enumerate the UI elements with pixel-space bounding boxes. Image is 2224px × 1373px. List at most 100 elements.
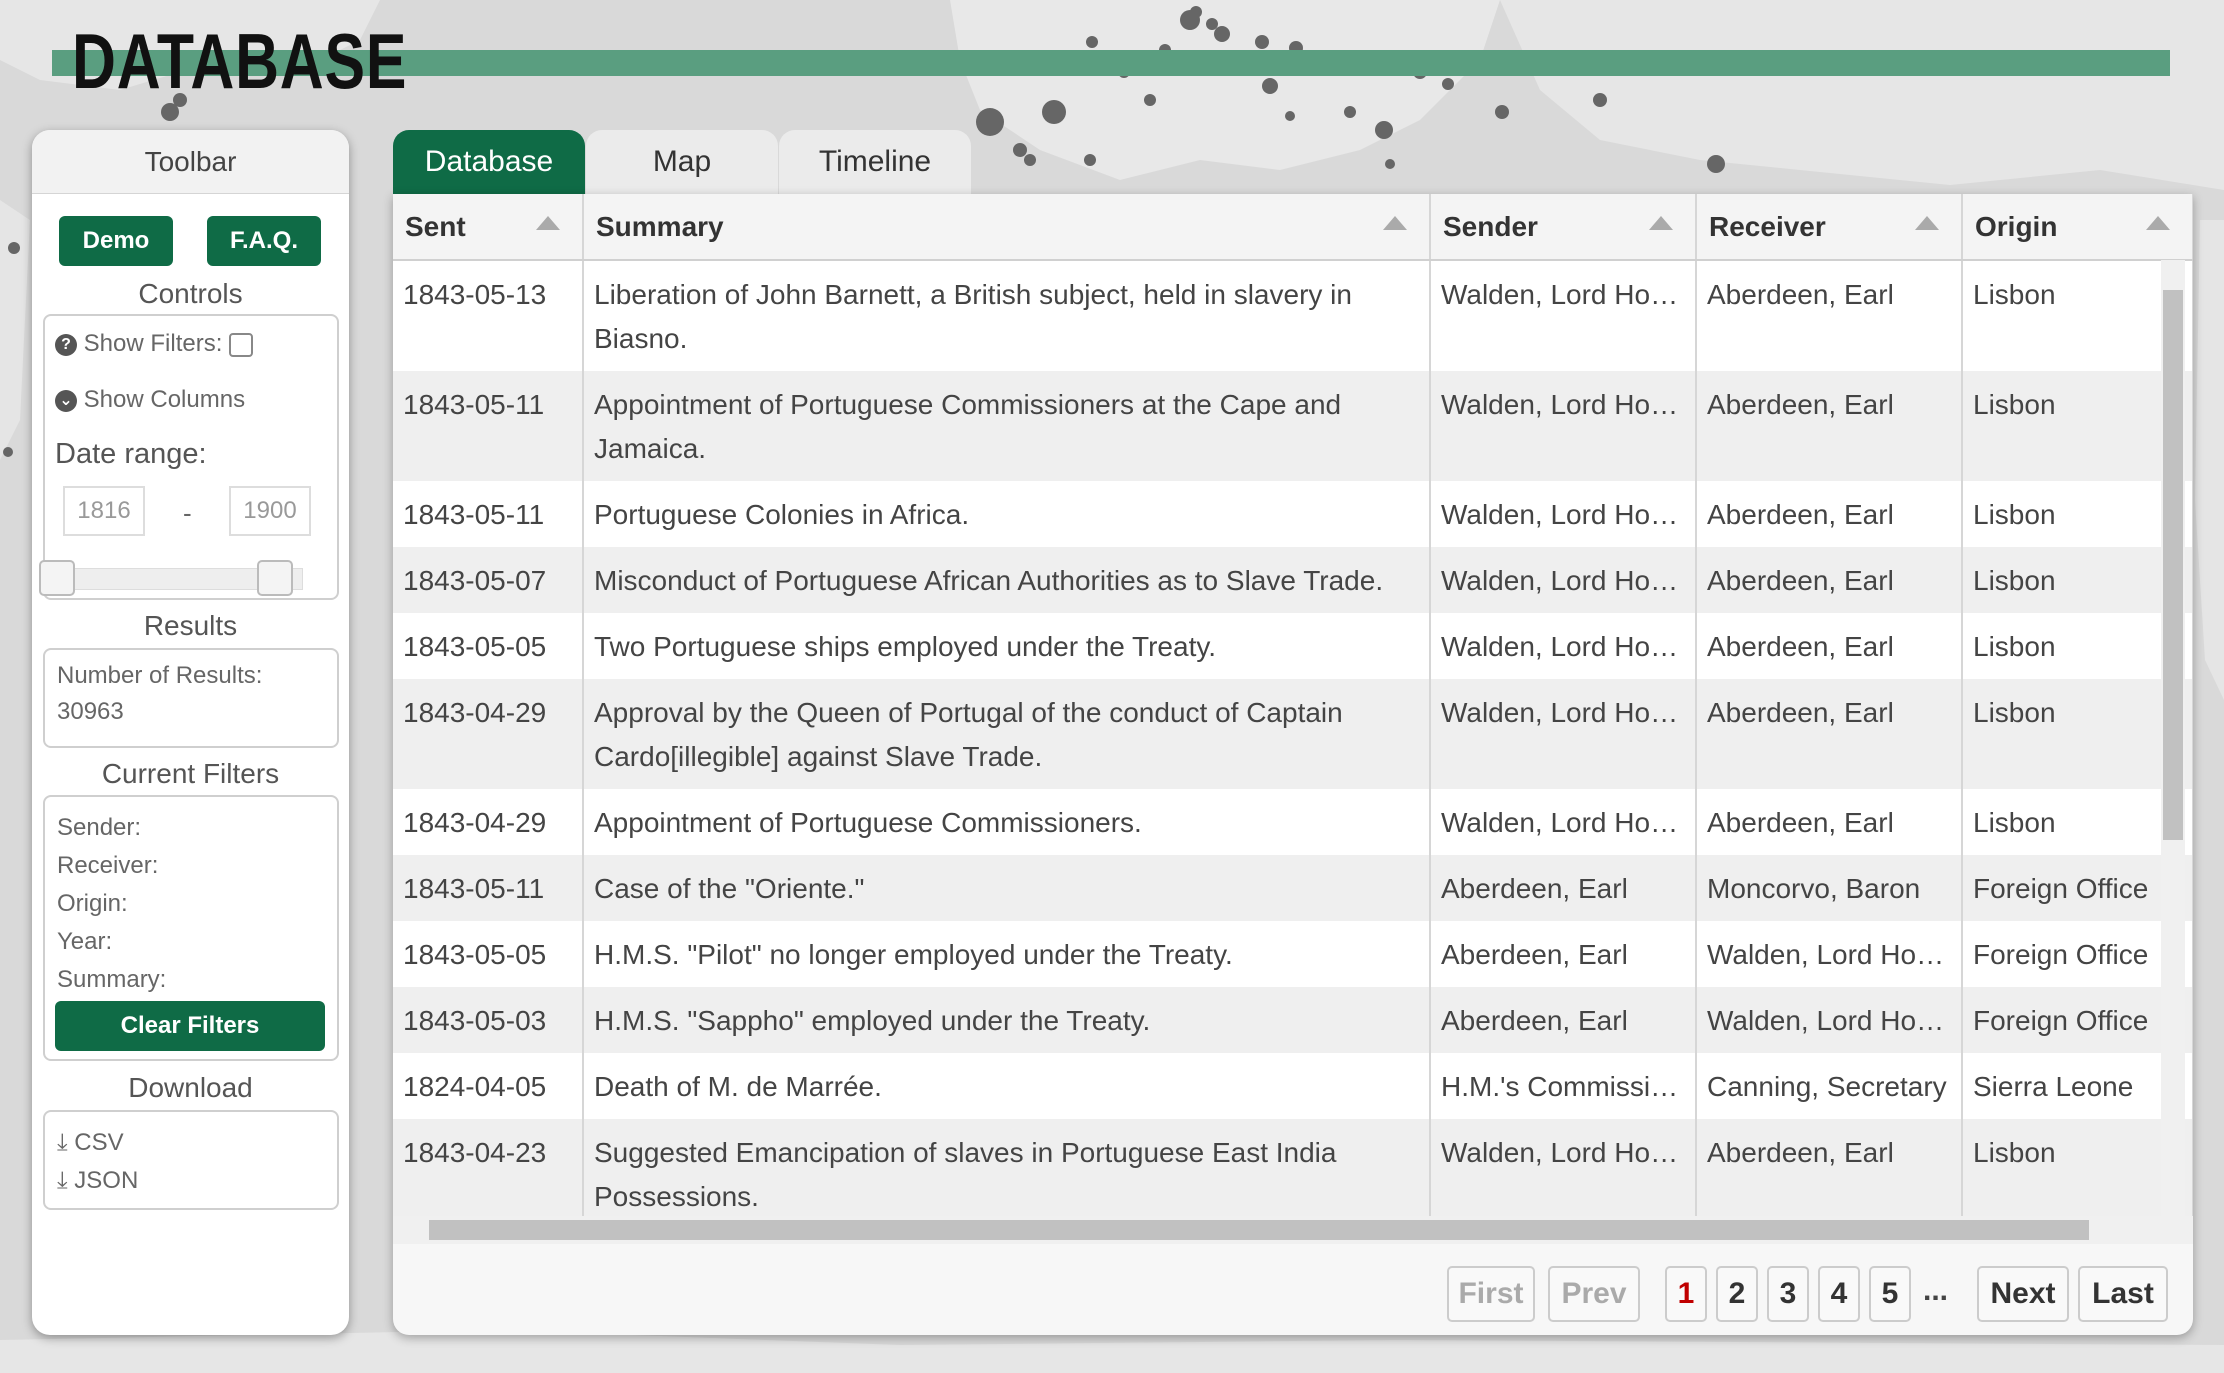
date-range-label: Date range: <box>55 438 207 470</box>
slider-handle-end[interactable] <box>257 560 293 596</box>
sort-icon <box>1383 216 1407 230</box>
date-from-input[interactable]: 1816 <box>63 486 145 536</box>
cell-summary: Two Portuguese ships employed under the … <box>583 613 1431 679</box>
cell-summary: Appointment of Portuguese Commissioners. <box>583 789 1431 855</box>
table-row[interactable]: 1843-04-29 Appointment of Portuguese Com… <box>393 789 2193 855</box>
show-filters-label: Show Filters: <box>83 330 223 357</box>
download-icon: ⤓ <box>57 1167 68 1194</box>
date-to-input[interactable]: 1900 <box>229 486 311 536</box>
show-columns-label: Show Columns <box>83 386 246 413</box>
page-button-2[interactable]: 2 <box>1716 1266 1758 1322</box>
table-row[interactable]: 1843-04-23 Suggested Emancipation of sla… <box>393 1119 2193 1216</box>
vertical-scrollbar-thumb[interactable] <box>2163 290 2183 840</box>
cell-origin: Lisbon <box>1962 260 2193 371</box>
download-csv-link[interactable]: ⤓ CSV <box>57 1124 325 1162</box>
show-columns-toggle[interactable]: ⌄ Show Columns <box>55 386 245 414</box>
download-box: ⤓ CSV ⤓ JSON <box>43 1110 339 1210</box>
cell-summary: Misconduct of Portuguese African Authori… <box>583 547 1431 613</box>
last-page-button[interactable]: Last <box>2078 1266 2168 1322</box>
table-row[interactable]: 1843-05-07 Misconduct of Portuguese Afri… <box>393 547 2193 613</box>
table-header-row: Sent Summary Sender Receiver Origin <box>393 194 2193 261</box>
sort-icon <box>1649 216 1673 230</box>
cell-sender: Walden, Lord Howard de <box>1430 547 1697 613</box>
show-filters-checkbox[interactable] <box>229 332 254 357</box>
slider-handle-start[interactable] <box>39 560 75 596</box>
table-row[interactable]: 1843-05-11 Portuguese Colonies in Africa… <box>393 481 2193 547</box>
cell-sent: 1843-04-29 <box>393 789 584 855</box>
toolbar-panel: Toolbar Demo F.A.Q. Controls ? Show Filt… <box>32 130 349 1335</box>
cell-summary: Portuguese Colonies in Africa. <box>583 481 1431 547</box>
tab-map[interactable]: Map <box>586 130 778 194</box>
column-header-origin[interactable]: Origin <box>1962 194 2193 261</box>
table-row[interactable]: 1843-05-05 H.M.S. "Pilot" no longer empl… <box>393 921 2193 987</box>
results-label: Number of Results: <box>57 662 263 689</box>
horizontal-scrollbar-thumb[interactable] <box>429 1220 2089 1240</box>
horizontal-scrollbar[interactable] <box>393 1216 2193 1244</box>
cell-origin: Foreign Office <box>1962 855 2193 921</box>
table-row[interactable]: 1843-05-11 Case of the "Oriente." Aberde… <box>393 855 2193 921</box>
results-table-container: Sent Summary Sender Receiver Origin 1843… <box>393 194 2193 1216</box>
page-button-5[interactable]: 5 <box>1869 1266 1911 1322</box>
next-page-button[interactable]: Next <box>1977 1266 2069 1322</box>
prev-page-button[interactable]: Prev <box>1548 1266 1640 1322</box>
download-csv-label: CSV <box>74 1129 124 1156</box>
cell-summary: Appointment of Portuguese Commissioners … <box>583 371 1431 481</box>
column-header-sender[interactable]: Sender <box>1430 194 1697 261</box>
cell-summary: Case of the "Oriente." <box>583 855 1431 921</box>
vertical-scrollbar[interactable] <box>2161 260 2185 1216</box>
cell-sent: 1843-05-13 <box>393 260 584 371</box>
column-header-sent[interactable]: Sent <box>393 194 584 261</box>
page-button-3[interactable]: 3 <box>1767 1266 1809 1322</box>
download-json-label: JSON <box>74 1167 139 1194</box>
cell-receiver: Moncorvo, Baron <box>1696 855 1963 921</box>
table-row[interactable]: 1843-05-13 Liberation of John Barnett, a… <box>393 260 2193 371</box>
page-title: DATABASE <box>72 17 408 105</box>
cell-receiver: Aberdeen, Earl <box>1696 613 1963 679</box>
cell-origin: Lisbon <box>1962 481 2193 547</box>
toolbar-title: Toolbar <box>32 130 349 194</box>
tab-timeline[interactable]: Timeline <box>779 130 971 194</box>
sort-icon <box>536 216 560 230</box>
column-header-receiver[interactable]: Receiver <box>1696 194 1963 261</box>
download-title: Download <box>128 1072 253 1103</box>
column-header-summary[interactable]: Summary <box>583 194 1431 261</box>
cell-sender: Aberdeen, Earl <box>1430 921 1697 987</box>
show-filters-row[interactable]: ? Show Filters: <box>55 330 254 358</box>
cell-sent: 1843-05-11 <box>393 481 584 547</box>
cell-summary: H.M.S. "Pilot" no longer employed under … <box>583 921 1431 987</box>
cell-sent: 1824-04-05 <box>393 1053 584 1119</box>
cell-sent: 1843-05-03 <box>393 987 584 1053</box>
page-button-4[interactable]: 4 <box>1818 1266 1860 1322</box>
table-row[interactable]: 1843-05-11 Appointment of Portuguese Com… <box>393 371 2193 481</box>
cell-origin: Lisbon <box>1962 547 2193 613</box>
cell-sender: Walden, Lord Howard de <box>1430 679 1697 789</box>
table-row[interactable]: 1843-04-29 Approval by the Queen of Port… <box>393 679 2193 789</box>
cell-sender: Walden, Lord Howard de <box>1430 481 1697 547</box>
cell-summary: Approval by the Queen of Portugal of the… <box>583 679 1431 789</box>
page-button-1[interactable]: 1 <box>1665 1266 1707 1322</box>
clear-filters-button[interactable]: Clear Filters <box>55 1001 325 1051</box>
cell-summary: Liberation of John Barnett, a British su… <box>583 260 1431 371</box>
cell-origin: Lisbon <box>1962 371 2193 481</box>
cell-sender: H.M.'s Commissioners <box>1430 1053 1697 1119</box>
cell-receiver: Aberdeen, Earl <box>1696 481 1963 547</box>
cell-sender: Walden, Lord Howard de <box>1430 613 1697 679</box>
sort-icon <box>1915 216 1939 230</box>
cell-sent: 1843-04-23 <box>393 1119 584 1216</box>
download-json-link[interactable]: ⤓ JSON <box>57 1162 325 1200</box>
results-title: Results <box>143 610 238 641</box>
cell-summary: Death of M. de Marrée. <box>583 1053 1431 1119</box>
faq-button[interactable]: F.A.Q. <box>207 216 321 266</box>
table-row[interactable]: 1843-05-05 Two Portuguese ships employed… <box>393 613 2193 679</box>
cell-sent: 1843-04-29 <box>393 679 584 789</box>
chevron-down-icon: ⌄ <box>55 389 77 412</box>
first-page-button[interactable]: First <box>1447 1266 1535 1322</box>
demo-button[interactable]: Demo <box>59 216 173 266</box>
tab-database[interactable]: Database <box>393 130 585 194</box>
cell-sender: Walden, Lord Howard de <box>1430 260 1697 371</box>
cell-origin: Sierra Leone <box>1962 1053 2193 1119</box>
table-row[interactable]: 1824-04-05 Death of M. de Marrée. H.M.'s… <box>393 1053 2193 1119</box>
table-row[interactable]: 1843-05-03 H.M.S. "Sappho" employed unde… <box>393 987 2193 1053</box>
cell-receiver: Aberdeen, Earl <box>1696 1119 1963 1216</box>
cell-sender: Aberdeen, Earl <box>1430 987 1697 1053</box>
